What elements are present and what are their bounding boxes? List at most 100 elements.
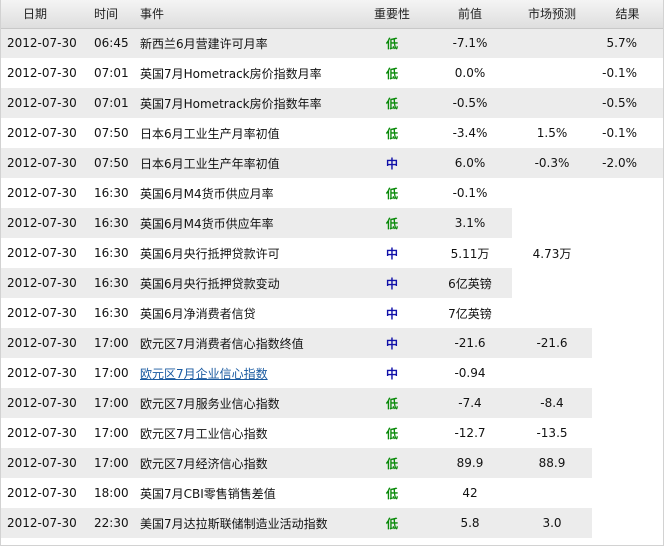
cell-event: 英国6月央行抵押贷款变动 <box>134 268 356 298</box>
cell-previous: -0.1% <box>452 186 488 200</box>
cell-date: 2012-07-30 <box>1 508 88 538</box>
cell-time: 07:50 <box>94 126 129 140</box>
table-row: 2012-07-30 16:30 英国6月M4货币供应月率 低 -0.1% <box>1 178 663 208</box>
cell-time: 16:30 <box>88 208 134 238</box>
cell-event: 日本6月工业生产年率初值 <box>134 148 356 178</box>
header-previous[interactable]: 前值 <box>428 0 512 29</box>
cell-previous: -12.7 <box>454 426 486 440</box>
table-row: 2012-07-30 17:00 欧元区7月经济信心指数低 89.9 88.9 <box>1 448 663 478</box>
cell-forecast <box>512 88 592 118</box>
cell-event: 新西兰6月营建许可月率 <box>134 28 356 58</box>
cell-time: 16:30 <box>94 306 129 320</box>
table-row: 2012-07-30 17:00 欧元区7月服务业信心指数低 -7.4 -8.4 <box>1 388 663 418</box>
cell-forecast <box>512 298 592 328</box>
cell-previous: 3.1% <box>428 208 512 238</box>
cell-time: 18:00 <box>94 486 129 500</box>
cell-event: 欧元区7月经济信心指数 <box>134 448 356 478</box>
cell-importance: 低 <box>356 508 428 538</box>
cell-date: 2012-07-30 <box>1 88 88 118</box>
header-time[interactable]: 时间 <box>88 0 134 29</box>
cell-date: 2012-07-30 <box>1 448 88 478</box>
cell-previous: 42 <box>462 486 478 500</box>
table-row: 2012-07-30 18:00 英国7月CBI零售销售差值 低 42 <box>1 478 663 508</box>
cell-importance: 中 <box>356 328 428 358</box>
cell-actual: -2.0% <box>592 148 663 178</box>
cell-event: 欧元区7月企业信心指数 <box>134 358 356 388</box>
cell-forecast <box>512 28 592 58</box>
cell-forecast <box>512 208 592 238</box>
cell-importance: 低 <box>385 186 398 201</box>
cell-time: 07:01 <box>88 88 134 118</box>
cell-previous: 0.0% <box>454 66 486 80</box>
cell-forecast <box>512 478 592 508</box>
cell-importance: 中 <box>385 366 398 381</box>
cell-importance: 低 <box>356 388 428 418</box>
header-event[interactable]: 事件 <box>134 0 356 29</box>
cell-importance: 低 <box>356 448 428 478</box>
header-date[interactable]: 日期 <box>1 0 88 29</box>
table-row: 2012-07-30 06:45 新西兰6月营建许可月率低 -7.1% 5.7% <box>1 28 663 58</box>
cell-event: 英国7月CBI零售销售差值 <box>140 486 276 501</box>
economic-calendar: 日期 时间 事件 重要性 前值 市场预测 结果 2012-07-30 06:45 新… <box>0 0 664 546</box>
cell-forecast: 3.0 <box>512 508 592 538</box>
cell-date: 2012-07-30 <box>1 208 88 238</box>
cell-time: 16:30 <box>94 186 129 200</box>
cell-time: 16:30 <box>88 268 134 298</box>
table-row: 2012-07-30 16:30 英国6月净消费者信贷 中 7亿英镑 <box>1 298 663 328</box>
cell-previous: -0.94 <box>454 366 486 380</box>
cell-forecast <box>512 268 592 298</box>
cell-previous: 7亿英镑 <box>448 306 492 321</box>
cell-actual <box>592 478 663 508</box>
header-row: 日期 时间 事件 重要性 前值 市场预测 结果 <box>1 0 663 29</box>
cell-previous: -3.4% <box>452 126 488 140</box>
cell-importance: 低 <box>385 486 398 501</box>
cell-importance: 中 <box>356 148 428 178</box>
table-row: 2012-07-30 17:00 欧元区7月工业信心指数 低 -12.7 -13.5 <box>1 418 663 448</box>
table-row: 2012-07-30 16:30 英国6月央行抵押贷款许可 中 5.11万 4.73万 <box>1 238 663 268</box>
cell-actual: -0.1% <box>602 126 637 140</box>
event-link[interactable]: 欧元区7月企业信心指数 <box>140 367 268 381</box>
cell-event: 英国7月Hometrack房价指数月率 <box>140 66 322 81</box>
cell-importance: 低 <box>385 426 398 441</box>
cell-forecast: -8.4 <box>512 388 592 418</box>
cell-forecast <box>512 58 592 88</box>
cell-actual <box>592 268 663 298</box>
header-importance[interactable]: 重要性 <box>356 0 428 29</box>
cell-actual <box>592 238 663 268</box>
cell-forecast: 1.5% <box>536 126 568 140</box>
cell-forecast: -21.6 <box>512 328 592 358</box>
calendar-rows: 2012-07-30 06:45 新西兰6月营建许可月率低 -7.1% 5.7% 2012… <box>1 28 663 538</box>
cell-actual: 5.7% <box>592 28 663 58</box>
header-actual[interactable]: 结果 <box>592 0 663 29</box>
cell-event: 美国7月达拉斯联储制造业活动指数 <box>134 508 356 538</box>
cell-date: 2012-07-30 <box>1 268 88 298</box>
cell-date: 2012-07-30 <box>7 246 77 260</box>
table-row: 2012-07-30 07:01 英国7月Hometrack房价指数年率低 -0.5%… <box>1 88 663 118</box>
cell-event: 欧元区7月服务业信心指数 <box>134 388 356 418</box>
cell-date: 2012-07-30 <box>7 486 77 500</box>
cell-date: 2012-07-30 <box>7 186 77 200</box>
cell-actual <box>592 508 663 538</box>
table-row: 2012-07-30 07:50 日本6月工业生产月率初值 低 -3.4% 1.5% -0.… <box>1 118 663 148</box>
cell-date: 2012-07-30 <box>1 28 88 58</box>
cell-forecast: -13.5 <box>536 426 568 440</box>
cell-date: 2012-07-30 <box>7 426 77 440</box>
cell-previous: 6亿英镑 <box>428 268 512 298</box>
table-row: 2012-07-30 17:00 欧元区7月消费者信心指数终值中 -21.6 -21.6 <box>1 328 663 358</box>
cell-actual <box>592 328 663 358</box>
table-row: 2012-07-30 16:30 英国6月央行抵押贷款变动中 6亿英镑 <box>1 268 663 298</box>
cell-time: 17:00 <box>88 388 134 418</box>
cell-date: 2012-07-30 <box>1 388 88 418</box>
table-row: 2012-07-30 07:50 日本6月工业生产年率初值中 6.0% -0.3% -2.… <box>1 148 663 178</box>
cell-importance: 低 <box>356 208 428 238</box>
header-forecast[interactable]: 市场预测 <box>512 0 592 29</box>
cell-time: 22:30 <box>88 508 134 538</box>
cell-time: 06:45 <box>88 28 134 58</box>
table-row: 2012-07-30 22:30 美国7月达拉斯联储制造业活动指数低 5.8 3.0 <box>1 508 663 538</box>
cell-importance: 低 <box>385 126 398 141</box>
calendar-table: 日期 时间 事件 重要性 前值 市场预测 结果 2012-07-30 06:45 新… <box>1 0 663 538</box>
cell-forecast: 88.9 <box>512 448 592 478</box>
cell-event: 英国6月M4货币供应年率 <box>134 208 356 238</box>
cell-actual <box>592 448 663 478</box>
cell-date: 2012-07-30 <box>7 66 77 80</box>
